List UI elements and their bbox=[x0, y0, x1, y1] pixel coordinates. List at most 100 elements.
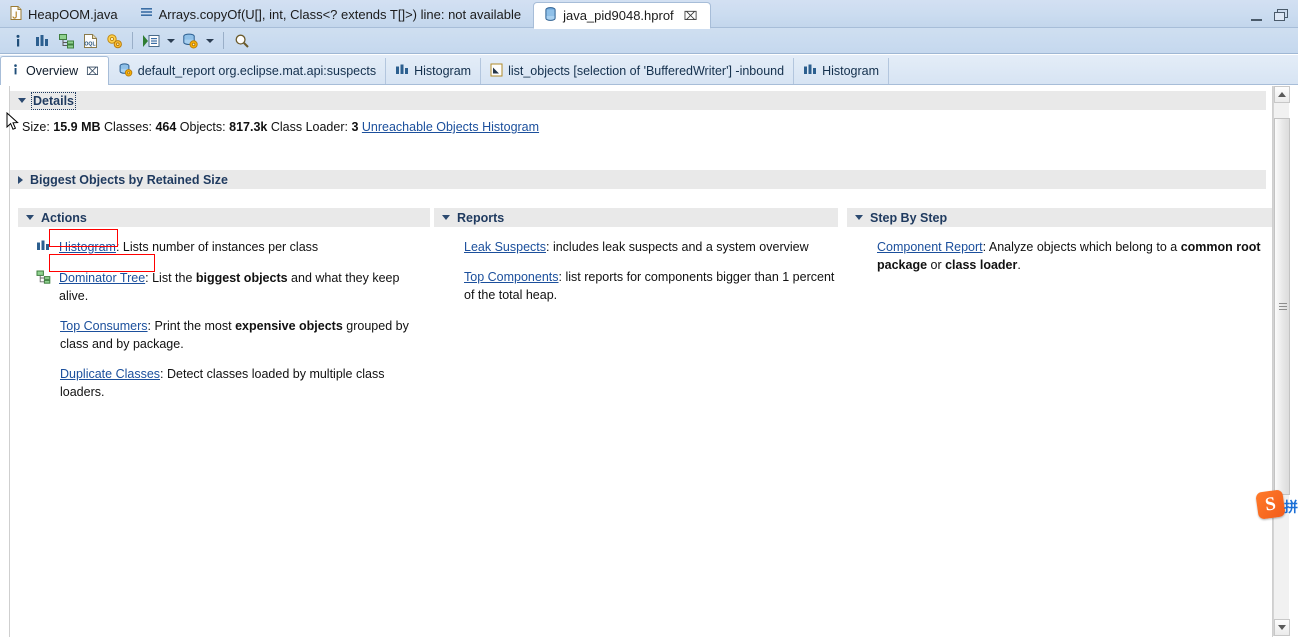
toolbar-separator bbox=[132, 32, 133, 49]
editor-tab-stack-frame[interactable]: Arrays.copyOf(U[], int, Class<? extends … bbox=[130, 0, 533, 28]
action-desc-emphasis: expensive objects bbox=[235, 319, 343, 333]
twistie-expanded-icon[interactable] bbox=[442, 215, 450, 220]
tab-histogram-1[interactable]: Histogram bbox=[386, 58, 482, 84]
report-icon bbox=[118, 62, 133, 80]
step-by-step-column: Step By Step Component Report: Analyze o… bbox=[847, 208, 1272, 286]
action-desc-part: List the bbox=[152, 271, 196, 285]
ime-mode-glyph: 拼 bbox=[1284, 499, 1298, 515]
twistie-expanded-icon[interactable] bbox=[855, 215, 863, 220]
unreachable-objects-histogram-link[interactable]: Unreachable Objects Histogram bbox=[362, 120, 539, 134]
sogou-letter: S bbox=[1263, 492, 1278, 516]
details-objects-value: 817.3k bbox=[229, 120, 268, 134]
details-size-value: 15.9 MB bbox=[53, 120, 101, 134]
editor-tab-heapoom-java[interactable]: HeapOOM.java bbox=[0, 0, 130, 28]
reports-column: Reports Leak Suspects: includes leak sus… bbox=[434, 208, 838, 316]
tab-list-objects-bufferedwriter-inbound[interactable]: list_objects [selection of 'BufferedWrit… bbox=[481, 58, 795, 84]
view-tab-bar: Overview ⌧ default_report org.eclipse.ma… bbox=[0, 55, 1298, 85]
details-classloader-label: Class Loader: bbox=[270, 120, 348, 134]
actions-list: Histogram: Lists number of instances per… bbox=[18, 227, 430, 401]
tab-label: Histogram bbox=[822, 64, 880, 78]
tab-label: list_objects [selection of 'BufferedWrit… bbox=[508, 64, 785, 78]
tab-overview[interactable]: Overview ⌧ bbox=[0, 56, 109, 85]
editor-tab-label: java_pid9048.hprof bbox=[563, 8, 674, 23]
run-expert-system-icon[interactable] bbox=[140, 30, 162, 52]
twistie-expanded-icon[interactable] bbox=[18, 98, 26, 103]
tab-histogram-2[interactable]: Histogram bbox=[794, 58, 890, 84]
separator: : bbox=[546, 240, 553, 254]
run-expert-system-dropdown-icon[interactable] bbox=[164, 30, 177, 52]
vertical-scrollbar[interactable] bbox=[1273, 86, 1290, 636]
editor-tab-label: Arrays.copyOf(U[], int, Class<? extends … bbox=[158, 6, 522, 22]
action-item-duplicate-classes: Duplicate Classes: Detect classes loaded… bbox=[36, 365, 430, 401]
component-report-link[interactable]: Component Report bbox=[877, 240, 983, 254]
list-objects-icon bbox=[490, 63, 503, 80]
query-browser-dropdown-icon[interactable] bbox=[203, 30, 216, 52]
scroll-down-icon[interactable] bbox=[1274, 619, 1290, 636]
section-header-details[interactable]: Details bbox=[10, 91, 1266, 110]
leak-suspects-link[interactable]: Leak Suspects bbox=[464, 240, 546, 254]
dominator-tree-link[interactable]: Dominator Tree bbox=[59, 271, 145, 285]
tab-label: Overview bbox=[26, 64, 79, 78]
calculate-retained-size-icon[interactable] bbox=[103, 30, 125, 52]
section-title: Details bbox=[31, 91, 76, 110]
scrollbar-grip-icon bbox=[1279, 302, 1287, 311]
separator: : bbox=[147, 319, 155, 333]
editor-tab-java-pid9048-hprof[interactable]: java_pid9048.hprof ⌧ bbox=[533, 2, 711, 29]
details-classloader-value: 3 bbox=[351, 120, 359, 134]
query-browser-icon[interactable] bbox=[179, 30, 201, 52]
details-classes-label: Classes: bbox=[104, 120, 152, 134]
section-header-biggest-objects[interactable]: Biggest Objects by Retained Size bbox=[10, 170, 1266, 189]
find-icon[interactable] bbox=[231, 30, 253, 52]
twistie-collapsed-icon[interactable] bbox=[18, 175, 23, 184]
separator: : bbox=[115, 240, 123, 254]
step-desc-part: Analyze objects which belong to a bbox=[988, 240, 1181, 254]
mouse-cursor bbox=[6, 111, 20, 132]
tab-label: Histogram bbox=[414, 64, 472, 78]
heap-dump-icon bbox=[544, 7, 557, 24]
maximize-restore-icon[interactable] bbox=[1274, 8, 1288, 21]
reports-list: Leak Suspects: includes leak suspects an… bbox=[434, 227, 838, 304]
close-icon[interactable]: ⌧ bbox=[86, 65, 99, 78]
action-desc: Lists number of instances per class bbox=[122, 240, 319, 254]
tab-label: default_report org.eclipse.mat.api:suspe… bbox=[137, 64, 377, 78]
top-consumers-link[interactable]: Top Consumers bbox=[60, 319, 148, 333]
top-components-link[interactable]: Top Components bbox=[464, 270, 559, 284]
tab-default-report-suspects[interactable]: default_report org.eclipse.mat.api:suspe… bbox=[109, 58, 387, 84]
histogram-icon bbox=[395, 63, 409, 79]
twistie-expanded-icon[interactable] bbox=[26, 215, 34, 220]
dominator-tree-icon[interactable] bbox=[55, 30, 77, 52]
eclipse-mat-window: HeapOOM.java Arrays.copyOf(U[], int, Cla… bbox=[0, 0, 1298, 637]
action-item-histogram: Histogram: Lists number of instances per… bbox=[36, 238, 430, 257]
scroll-up-icon[interactable] bbox=[1274, 86, 1290, 103]
editor-tab-label: HeapOOM.java bbox=[28, 6, 118, 22]
step-desc-part: or bbox=[927, 258, 946, 272]
minimize-icon[interactable] bbox=[1251, 13, 1262, 21]
histogram-icon bbox=[36, 238, 53, 257]
step-item-component-report: Component Report: Analyze objects which … bbox=[877, 238, 1272, 274]
section-header-actions[interactable]: Actions bbox=[18, 208, 430, 227]
histogram-link[interactable]: Histogram bbox=[59, 240, 116, 254]
svg-text:OQL: OQL bbox=[84, 41, 96, 47]
section-title: Biggest Objects by Retained Size bbox=[30, 172, 228, 187]
sogou-ime-badge[interactable]: S 拼 bbox=[1255, 489, 1298, 521]
dominator-tree-icon bbox=[36, 269, 53, 289]
step-desc-emphasis: class loader bbox=[945, 258, 1018, 272]
editor-tab-strip: HeapOOM.java Arrays.copyOf(U[], int, Cla… bbox=[0, 0, 1298, 29]
histogram-icon[interactable] bbox=[31, 30, 53, 52]
toolbar-separator bbox=[223, 32, 224, 49]
details-size-label: Size: bbox=[22, 120, 50, 134]
report-item-top-components: Top Components: list reports for compone… bbox=[464, 268, 838, 304]
step-desc-part: . bbox=[1017, 258, 1021, 272]
section-header-reports[interactable]: Reports bbox=[434, 208, 838, 227]
scrollbar-thumb[interactable] bbox=[1274, 118, 1290, 496]
duplicate-classes-link[interactable]: Duplicate Classes bbox=[60, 367, 160, 381]
close-icon[interactable]: ⌧ bbox=[684, 10, 698, 22]
action-item-dominator-tree: Dominator Tree: List the biggest objects… bbox=[36, 269, 430, 305]
section-header-step-by-step[interactable]: Step By Step bbox=[847, 208, 1272, 227]
section-title: Actions bbox=[41, 210, 87, 225]
oql-icon[interactable]: OQL bbox=[79, 30, 101, 52]
overview-info-icon[interactable] bbox=[7, 30, 29, 52]
java-file-icon bbox=[10, 5, 22, 23]
action-item-top-consumers: Top Consumers: Print the most expensive … bbox=[36, 317, 430, 353]
action-desc-part: Print the most bbox=[154, 319, 236, 333]
